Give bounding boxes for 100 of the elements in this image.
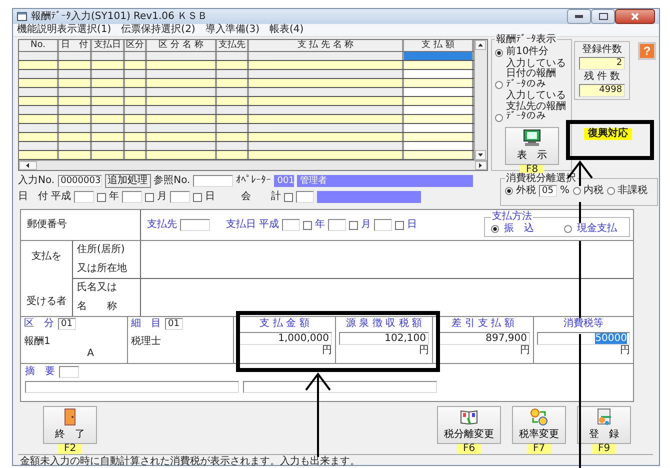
field-label: 日 xyxy=(407,219,417,231)
account-field[interactable] xyxy=(296,191,314,203)
amount-field[interactable]: 1,000,000 xyxy=(237,332,332,345)
radio-button[interactable] xyxy=(491,225,499,233)
scroll-right-icon[interactable] xyxy=(475,161,487,170)
table-row[interactable] xyxy=(19,70,474,79)
memo-field[interactable] xyxy=(243,381,437,393)
radio-label: ﾃﾞｰﾀのみ xyxy=(506,80,547,90)
ref-no-field[interactable] xyxy=(193,175,234,187)
scroll-up-icon[interactable] xyxy=(475,40,486,50)
radio-button[interactable] xyxy=(572,187,581,195)
table-row[interactable] xyxy=(19,124,474,133)
status-badge: 復興対応 xyxy=(584,128,632,140)
radio-button[interactable] xyxy=(505,187,513,195)
checkbox[interactable] xyxy=(193,192,202,202)
amount-cell[interactable] xyxy=(404,106,474,114)
function-button[interactable]: 税分離変更 xyxy=(437,406,501,444)
amount-cell[interactable] xyxy=(404,133,474,141)
amount-cell[interactable] xyxy=(404,115,474,123)
checkbox[interactable] xyxy=(349,220,358,230)
payee-field[interactable] xyxy=(180,219,210,231)
function-button[interactable]: 登 録 xyxy=(577,406,631,444)
field-label: 細 目 xyxy=(131,318,161,330)
table-row[interactable] xyxy=(19,97,474,106)
scroll-down-icon[interactable] xyxy=(475,150,486,160)
amount-cell[interactable] xyxy=(404,61,474,69)
maximize-button[interactable] xyxy=(591,9,615,24)
field-label: 郵便番号 xyxy=(27,219,67,231)
field-label: 受ける者 xyxy=(26,296,66,308)
table-row[interactable] xyxy=(19,142,474,151)
function-key-label: F6 xyxy=(456,444,482,454)
amount-cell[interactable] xyxy=(404,70,474,78)
group-title: 支払方法 xyxy=(491,211,533,223)
amount-cell[interactable] xyxy=(404,88,474,96)
date-field[interactable] xyxy=(74,191,94,203)
date-field[interactable] xyxy=(374,219,392,231)
table-row[interactable] xyxy=(19,133,474,142)
checkbox[interactable] xyxy=(303,220,312,230)
code-field[interactable]: 01 xyxy=(58,318,76,330)
field-label: 支払を xyxy=(32,251,62,263)
minimize-button[interactable] xyxy=(567,9,591,24)
scroll-left-icon[interactable] xyxy=(19,161,37,170)
radio-button[interactable] xyxy=(495,81,503,89)
code-field[interactable]: 01 xyxy=(165,318,183,330)
table-row[interactable] xyxy=(19,151,474,160)
radio-label: 外税 xyxy=(516,185,536,197)
account-name-field[interactable] xyxy=(317,191,421,203)
memo-field[interactable] xyxy=(25,381,239,393)
field-label: 日 付 xyxy=(18,191,48,203)
radio-button[interactable] xyxy=(564,225,572,233)
close-button[interactable] xyxy=(615,9,655,24)
amount-cell[interactable] xyxy=(404,97,474,105)
tax-rate-field[interactable]: 05 xyxy=(539,185,557,197)
field-label: 月 xyxy=(361,219,371,231)
table-row[interactable] xyxy=(19,79,474,88)
checkbox[interactable] xyxy=(97,192,106,202)
amount-field[interactable]: 102,100 xyxy=(339,332,429,345)
menu-item[interactable]: 帳表(4) xyxy=(270,24,304,36)
date-field[interactable] xyxy=(122,191,142,203)
count-field: 2 xyxy=(579,57,626,70)
field-label: 区 分 xyxy=(24,318,54,330)
function-button[interactable]: 終 了 xyxy=(43,406,97,444)
vertical-scrollbar[interactable] xyxy=(474,40,487,160)
checkbox[interactable] xyxy=(284,192,293,202)
horizontal-scrollbar[interactable] xyxy=(19,160,487,170)
table-row[interactable] xyxy=(19,106,474,115)
count-label: 登録件数 xyxy=(582,44,622,56)
table-row[interactable] xyxy=(19,61,474,70)
radio-label: 入力している xyxy=(506,91,566,101)
unit-label: 円 xyxy=(520,345,530,357)
field-label: 摘 要 xyxy=(25,366,55,378)
amount-cell[interactable] xyxy=(404,142,474,150)
amount-cell[interactable] xyxy=(404,151,474,159)
field-label: 平成 xyxy=(259,219,279,231)
amount-cell[interactable] xyxy=(404,79,474,87)
checkbox[interactable] xyxy=(395,220,404,230)
menu-item[interactable]: 伝票保持選択(2) xyxy=(121,24,196,36)
date-field[interactable] xyxy=(282,219,300,231)
close-icon xyxy=(631,13,639,20)
memo-code-field[interactable] xyxy=(59,366,79,378)
function-button[interactable]: 税率変更 xyxy=(512,406,566,444)
radio-button[interactable] xyxy=(606,187,615,195)
date-field[interactable] xyxy=(170,191,190,203)
checkbox[interactable] xyxy=(145,192,154,202)
radio-button[interactable] xyxy=(495,48,503,56)
field-label: 氏名又は xyxy=(77,282,118,294)
amount-cell[interactable] xyxy=(404,124,474,132)
table-row[interactable] xyxy=(19,52,474,61)
date-field[interactable] xyxy=(328,219,346,231)
function-button[interactable]: 表 示 xyxy=(505,126,560,164)
amount-cell[interactable] xyxy=(404,52,474,60)
table-row[interactable] xyxy=(19,88,474,97)
field-label: 会 計 xyxy=(241,191,281,203)
input-no-field[interactable]: 0000003 xyxy=(58,175,102,187)
menu-item[interactable]: 導入準備(3) xyxy=(205,24,260,36)
amount-field[interactable]: 50000 xyxy=(537,332,630,345)
item-code: A xyxy=(87,348,94,360)
table-row[interactable] xyxy=(19,115,474,124)
radio-button[interactable] xyxy=(495,114,503,122)
menu-item[interactable]: 機能説明表示選択(1) xyxy=(17,24,112,36)
